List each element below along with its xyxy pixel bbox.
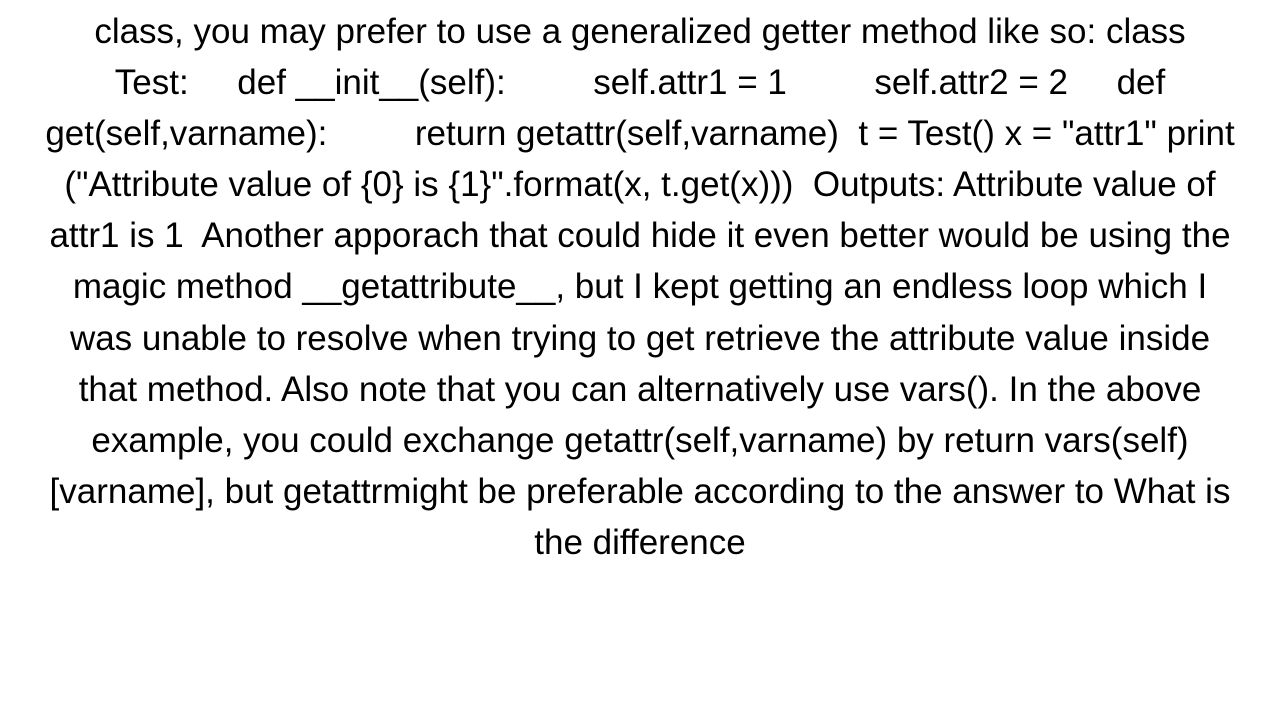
- body-text: class, you may prefer to use a generaliz…: [0, 0, 1280, 568]
- document-content: class, you may prefer to use a generaliz…: [0, 0, 1280, 720]
